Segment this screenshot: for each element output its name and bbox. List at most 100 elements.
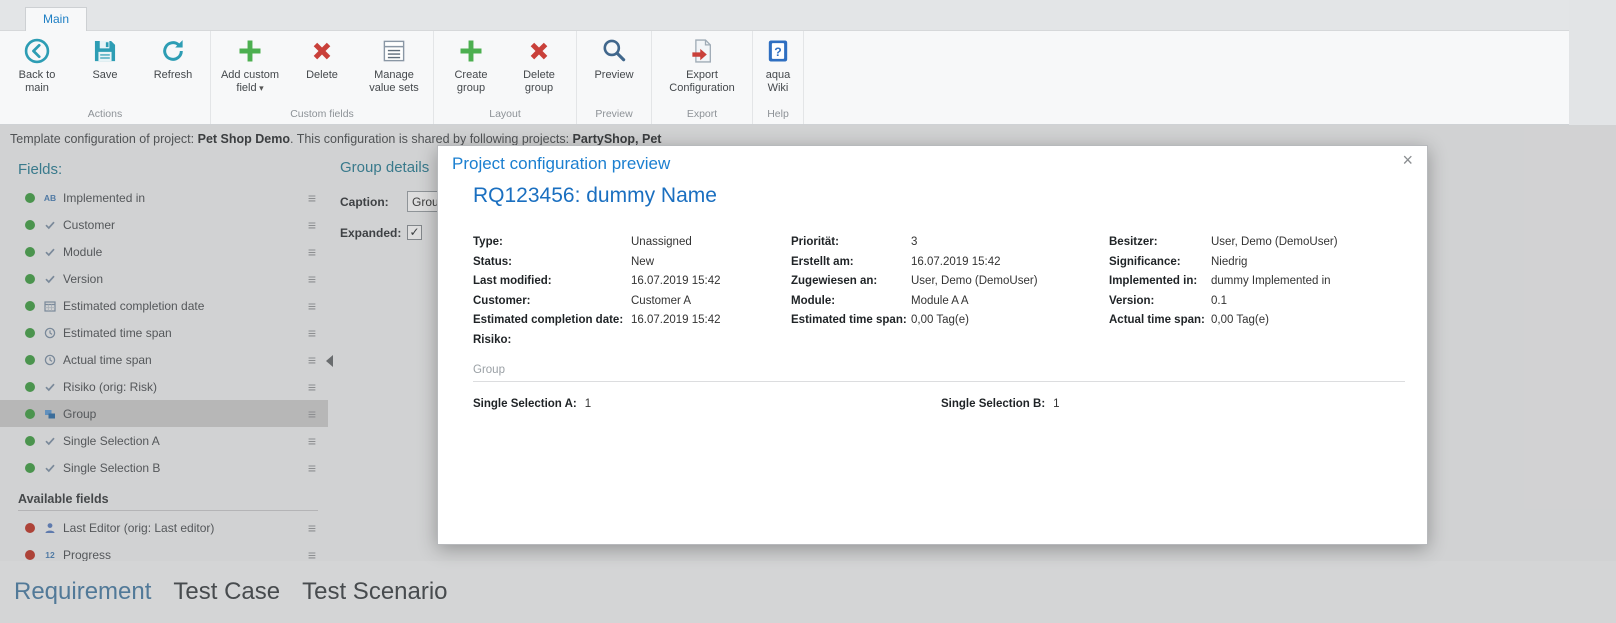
ribbon-group-buttons: Back to main Save Refresh — [3, 33, 207, 106]
ribbon-button-save[interactable]: Save — [71, 33, 139, 84]
modal-field-column-2: Priorität: 3 Erstellt am: 16.07.2019 15:42 Z… — [791, 236, 1038, 334]
modal-field-row: Significance: Niedrig — [1109, 256, 1338, 276]
ribbon-button-label: Create group — [454, 69, 488, 94]
group-field-single-selection-b: Single Selection B: 1 — [941, 398, 1060, 410]
field-label: Single Selection A: — [473, 398, 577, 410]
modal-field-row: Customer: Customer A — [473, 295, 721, 315]
field-value: 16.07.2019 15:42 — [911, 255, 1001, 268]
field-value: 0,00 Tag(e) — [1211, 314, 1269, 326]
modal-field-row: Erstellt am: 16.07.2019 15:42 — [791, 256, 1038, 276]
field-label: Status: — [473, 255, 512, 268]
field-label: Actual time span: — [1109, 314, 1205, 326]
save-icon — [90, 36, 120, 66]
modal-field-row: Version: 0.1 — [1109, 295, 1338, 315]
field-label: Besitzer: — [1109, 236, 1158, 248]
field-label: Single Selection B: — [941, 398, 1046, 410]
field-value: User, Demo (DemoUser) — [1211, 236, 1338, 248]
field-value: 3 — [911, 236, 918, 248]
ribbon-button-aqua-wiki[interactable]: ? aqua Wiki — [756, 33, 800, 96]
ribbon-group-label: Actions — [87, 108, 123, 120]
ribbon-group-buttons: Create group Delete group — [437, 33, 573, 106]
ribbon-button-preview[interactable]: Preview — [580, 33, 648, 84]
ribbon-button-label: Delete group — [523, 69, 555, 94]
modal-field-column-1: Type: Unassigned Status: New Last modified: 1… — [473, 236, 721, 353]
field-label: Version: — [1109, 294, 1155, 307]
ribbon-button-add-custom-field[interactable]: Add custom field ▾ — [214, 33, 286, 96]
preview-icon — [599, 36, 629, 66]
ribbon-button-label: Back to main — [18, 69, 56, 94]
ribbon-button-export-configuration[interactable]: Export Configuration — [655, 33, 749, 96]
value-sets-icon — [379, 36, 409, 66]
field-value: 0.1 — [1211, 294, 1227, 307]
modal-field-column-3: Besitzer: User, Demo (DemoUser) Significan… — [1109, 236, 1338, 334]
ribbon-button-label: aqua Wiki — [765, 69, 791, 94]
preview-dialog: Project configuration preview × RQ123456… — [437, 145, 1428, 545]
delete-icon — [524, 36, 554, 66]
field-label: Zugewiesen an: — [791, 275, 878, 287]
ribbon-button-manage-value-sets[interactable]: Manage value sets — [358, 33, 430, 96]
ribbon-group-buttons: Preview — [580, 33, 648, 106]
field-label: Estimated completion date: — [473, 314, 624, 326]
modal-field-row: Type: Unassigned — [473, 236, 721, 256]
ribbon-group-buttons: Export Configuration — [655, 33, 749, 106]
ribbon-group-custom-fields: Add custom field ▾ Delete Manage value set… — [211, 31, 434, 124]
modal-field-row: Status: New — [473, 256, 721, 276]
modal-field-row: Actual time span: 0,00 Tag(e) — [1109, 314, 1338, 334]
ribbon-button-label: Add custom field ▾ — [220, 69, 280, 94]
ribbon-button-delete-group[interactable]: Delete group — [505, 33, 573, 96]
field-grid: Type: Unassigned Status: New Last modified: 1… — [438, 146, 1427, 544]
delete-icon — [307, 36, 337, 66]
ribbon-group-layout: Create group Delete group Layout — [434, 31, 577, 124]
export-icon — [687, 36, 717, 66]
field-label: Estimated time span: — [791, 314, 907, 326]
field-value: Customer A — [631, 294, 692, 307]
field-label: Type: — [473, 236, 503, 248]
ribbon-group-label: Preview — [595, 108, 633, 120]
group-section-title: Group — [473, 364, 505, 376]
tab-main[interactable]: Main — [25, 7, 88, 31]
field-label: Risiko: — [473, 333, 512, 346]
ribbon-group-export: Export Configuration Export — [652, 31, 753, 124]
ribbon-button-refresh[interactable]: Refresh — [139, 33, 207, 84]
field-value: User, Demo (DemoUser) — [911, 275, 1038, 287]
field-value: Unassigned — [631, 236, 692, 248]
field-value: Niedrig — [1211, 255, 1248, 268]
modal-field-row: Module: Module A A — [791, 295, 1038, 315]
wiki-icon: ? — [763, 36, 793, 66]
group-section-divider — [473, 381, 1405, 382]
ribbon-button-back-to-main[interactable]: Back to main — [3, 33, 71, 96]
modal-field-row: Estimated time span: 0,00 Tag(e) — [791, 314, 1038, 334]
ribbon-button-label: Save — [92, 69, 118, 81]
ribbon-group-help: ? aqua Wiki Help — [753, 31, 804, 124]
field-value: 1 — [584, 398, 592, 410]
modal-field-row: Zugewiesen an: User, Demo (DemoUser) — [791, 275, 1038, 295]
field-value: 16.07.2019 15:42 — [631, 314, 721, 326]
modal-field-row: Estimated completion date: 16.07.2019 15:… — [473, 314, 721, 334]
field-value: New — [631, 255, 655, 268]
refresh-icon — [158, 36, 188, 66]
ribbon-tab-bar: Main — [0, 0, 1616, 31]
field-label: Significance: — [1109, 255, 1181, 268]
modal-field-row: Implemented in: dummy Implemented in — [1109, 275, 1338, 295]
ribbon-button-label: Export Configuration — [669, 69, 735, 94]
add-icon — [456, 36, 486, 66]
ribbon-button-delete[interactable]: Delete — [286, 33, 358, 84]
ribbon-button-create-group[interactable]: Create group — [437, 33, 505, 96]
ribbon-group-label: Custom fields — [290, 108, 354, 120]
field-value: 16.07.2019 15:42 — [631, 275, 721, 287]
add-icon — [235, 36, 265, 66]
group-field-single-selection-a: Single Selection A: 1 — [473, 398, 591, 410]
modal-field-row: Risiko: — [473, 334, 721, 354]
ribbon-group-preview: Preview Preview — [577, 31, 652, 124]
modal-field-row: Besitzer: User, Demo (DemoUser) — [1109, 236, 1338, 256]
window-edge-band — [1569, 0, 1616, 125]
field-label: Module: — [791, 294, 836, 307]
back-icon — [22, 36, 52, 66]
field-label: Customer: — [473, 294, 531, 307]
modal-field-row: Last modified: 16.07.2019 15:42 — [473, 275, 721, 295]
ribbon-button-label: Manage value sets — [369, 69, 419, 94]
field-label: Priorität: — [791, 236, 839, 248]
svg-text:?: ? — [774, 45, 781, 59]
field-value: dummy Implemented in — [1211, 275, 1331, 287]
ribbon: Back to main Save Refresh Actions Add custom… — [0, 31, 1616, 125]
